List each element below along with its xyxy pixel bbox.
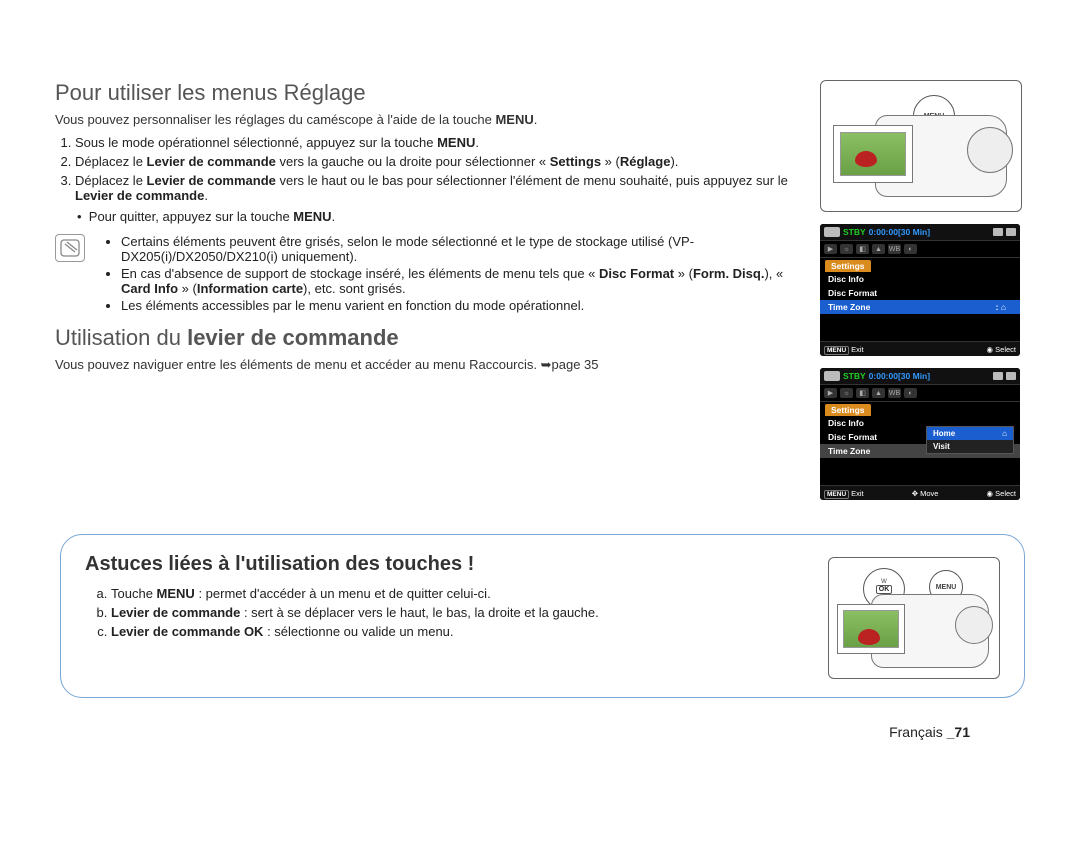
settings-tab: Settings (825, 260, 871, 272)
intro-pre: Vous pouvez personnaliser les réglages d… (55, 112, 495, 127)
w-label: W (881, 579, 887, 585)
battery-icon (1006, 372, 1016, 380)
footer-lang: Français (889, 724, 947, 740)
note-1: Certains éléments peuvent être grisés, s… (121, 234, 802, 264)
bottom-exit: MENUExit (824, 345, 864, 354)
camera-lens-icon (967, 127, 1013, 173)
section2-intro: Vous pouvez naviguer entre les éléments … (55, 357, 802, 373)
footer-page: _71 (947, 724, 970, 740)
timer-label: 0:00:00[30 Min] (869, 227, 930, 237)
tip-c: Levier de commande OK : sélectionne ou v… (111, 624, 810, 639)
step-2: Déplacez le Levier de commande vers la g… (75, 154, 802, 169)
tab-icon: ◐ (904, 388, 917, 398)
tab-icon: ▶ (824, 388, 837, 398)
mode-icon (824, 371, 840, 381)
camera-diagram-2: W OK T MENU (828, 557, 1000, 679)
tab-icon: ▶ (824, 244, 837, 254)
mode-icon (824, 227, 840, 237)
tab-icon: ☼ (840, 244, 853, 254)
intro-post: . (534, 112, 538, 127)
camera-screen-icon (837, 604, 905, 654)
submenu-home: Home ⌂ (927, 427, 1013, 440)
note-icon (55, 234, 85, 262)
settings-tab: Settings (825, 404, 871, 416)
tips-box: Astuces liées à l'utilisation des touche… (60, 534, 1025, 698)
tab-icon: ◐ (904, 244, 917, 254)
camera-lens-icon (955, 606, 993, 644)
tab-icon: ▲ (872, 388, 885, 398)
osd-menu-1: STBY 0:00:00[30 Min] ▶ ☼ ◧ ▲ WB ◐ Settin… (820, 224, 1020, 356)
ok-label: OK (876, 585, 893, 594)
menu-item-time-zone: Time Zone : ⌂ (820, 300, 1020, 314)
tips-list: Touche MENU : permet d'accéder à un menu… (85, 586, 810, 639)
bottom-select: ◉ Select (987, 489, 1017, 498)
timer-label: 0:00:00[30 Min] (869, 371, 930, 381)
tip-a: Touche MENU : permet d'accéder à un menu… (111, 586, 810, 601)
tips-heading: Astuces liées à l'utilisation des touche… (85, 553, 810, 576)
tab-icon: WB (888, 388, 901, 398)
camera-diagram-1: MENU (820, 80, 1022, 212)
step-1: Sous le mode opérationnel sélectionné, a… (75, 135, 802, 150)
note-2: En cas d'absence de support de stockage … (121, 266, 802, 296)
page-footer: Français _71 (55, 724, 1030, 740)
submenu-visit: Visit (927, 440, 1013, 453)
tab-icon: ◧ (856, 244, 869, 254)
note-list: Certains éléments peuvent être grisés, s… (93, 234, 802, 315)
osd-menu-2: STBY 0:00:00[30 Min] ▶ ☼ ◧ ▲ WB ◐ Settin… (820, 368, 1020, 500)
stby-label: STBY (843, 227, 866, 237)
tab-icon: ▲ (872, 244, 885, 254)
rw-icon (993, 372, 1003, 380)
camera-screen-icon (833, 125, 913, 183)
rw-icon (993, 228, 1003, 236)
bottom-exit: MENUExit (824, 489, 864, 498)
bottom-select: ◉ Select (987, 345, 1017, 354)
tab-icon: ◧ (856, 388, 869, 398)
section1-title: Pour utiliser les menus Réglage (55, 80, 802, 106)
menu-bubble-label: MENU (936, 584, 957, 591)
tab-icon: WB (888, 244, 901, 254)
tab-icon: ☼ (840, 388, 853, 398)
note-3: Les éléments accessibles par le menu var… (121, 298, 802, 313)
intro-bold: MENU (495, 112, 533, 127)
bottom-move: ✥ Move (912, 489, 939, 498)
battery-icon (1006, 228, 1016, 236)
stby-label: STBY (843, 371, 866, 381)
section2-title: Utilisation du levier de commande (55, 325, 802, 351)
menu-item-disc-format: Disc Format (820, 286, 1020, 300)
steps-list: Sous le mode opérationnel sélectionné, a… (55, 135, 802, 203)
step3-sub: • Pour quitter, appuyez sur la touche ME… (77, 209, 802, 224)
menu-value-home-icon: : ⌂ (996, 302, 1006, 312)
tip-b: Levier de commande : sert à se déplacer … (111, 605, 810, 620)
section1-intro: Vous pouvez personnaliser les réglages d… (55, 112, 802, 127)
step-3: Déplacez le Levier de commande vers le h… (75, 173, 802, 203)
menu-item-disc-info: Disc Info (820, 272, 1020, 286)
timezone-submenu: Home ⌂ Visit (926, 426, 1014, 454)
